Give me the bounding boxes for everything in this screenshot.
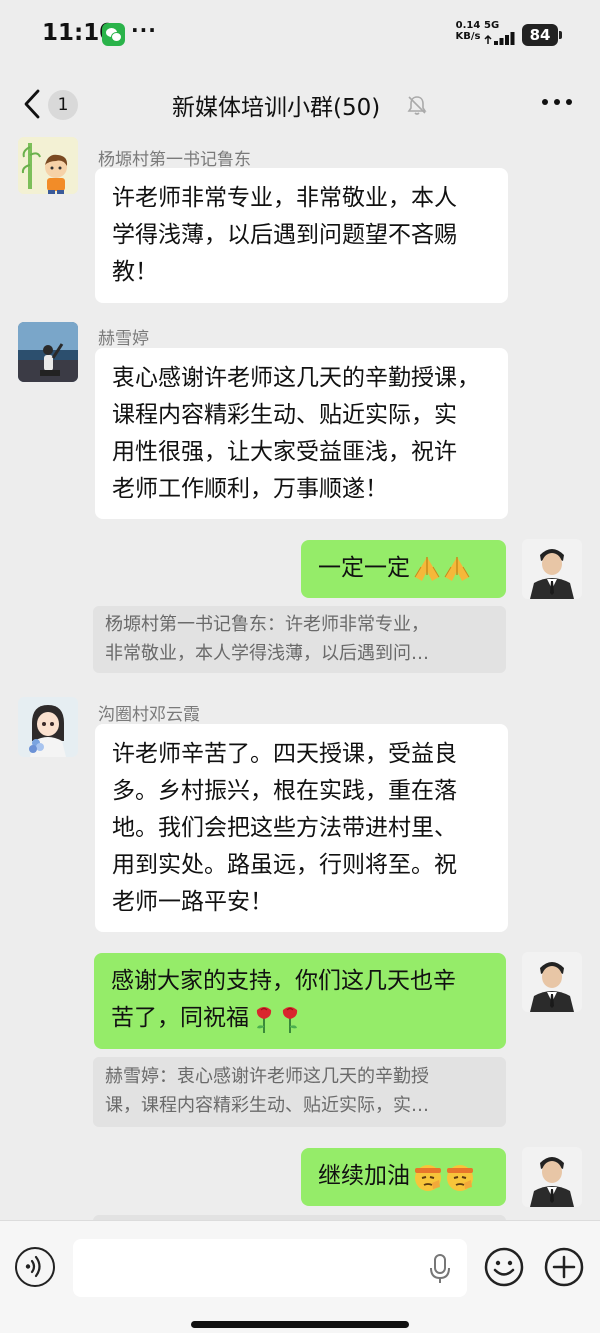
message-bubble[interactable]: 继续加油 [301, 1148, 506, 1206]
rose-icon [256, 1006, 272, 1033]
avatar-cartoon-girl-icon [18, 697, 78, 757]
message-text: 继续加油 [318, 1163, 410, 1189]
avatar[interactable] [18, 137, 78, 194]
message-bubble[interactable]: 许老师辛苦了。四天授课，受益良 多。乡村振兴，根在实践，重在落 地。我们会把这些… [95, 724, 508, 932]
status-bar: 11:10 ··· 0.14 KB/s 5G 84 [0, 0, 600, 70]
message-text: 苦了，同祝福 [111, 1005, 249, 1031]
folded-hands-icon [414, 556, 440, 581]
avatar-suit-man-icon [522, 539, 582, 599]
message-text-line: 用性很强，让大家受益匪浅，祝许 [112, 439, 457, 465]
message-bubble[interactable]: 衷心感谢许老师这几天的辛勤授课， 课程内容精彩生动、贴近实际，实 用性很强，让大… [95, 348, 508, 519]
message-input[interactable] [73, 1239, 467, 1297]
voice-icon [25, 1255, 41, 1278]
emoji-button-icon[interactable] [484, 1247, 524, 1287]
message-text-line: 感谢大家的支持，你们这几天也辛 [111, 968, 456, 994]
message-text-line: 许老师辛苦了。四天授课，受益良 [112, 741, 457, 767]
avatar-suit-man-icon [522, 1147, 582, 1207]
mute-bell-icon [407, 96, 427, 115]
network-speed: 0.14 KB/s [453, 20, 483, 42]
message-text-line: 多。乡村振兴，根在实践，重在落 [112, 778, 457, 804]
avatar-self[interactable] [522, 1147, 582, 1207]
saluting-face-icon [447, 1164, 473, 1191]
wechat-icon [102, 23, 125, 46]
avatar-self[interactable] [522, 539, 582, 599]
more-options-icon[interactable] [540, 92, 574, 112]
emoji-group [412, 1158, 476, 1195]
avatar-self[interactable] [522, 952, 582, 1012]
message-text-line: 老师一路平安！ [112, 889, 273, 915]
battery-icon: 84 [522, 24, 562, 46]
network-speed-value: 0.14 [455, 20, 481, 31]
message-text-line: 学得浅薄，以后遇到问题望不吝赐 [112, 222, 457, 248]
saluting-face-icon [415, 1164, 441, 1191]
rose-icon [282, 1006, 298, 1033]
message-text: 一定一定 [318, 555, 410, 581]
message-text-line: 老师工作顺利，万事顺遂！ [112, 476, 388, 502]
message-text-line: 衷心感谢许老师这几天的辛勤授课， [112, 365, 480, 391]
home-indicator[interactable] [191, 1321, 409, 1328]
quoted-text-line: 赫雪婷：衷心感谢许老师这几天的辛勤授 [105, 1066, 429, 1087]
message-text-line: 苦了，同祝福 [111, 1000, 489, 1037]
signal-icon [484, 32, 515, 45]
input-bar [0, 1220, 600, 1333]
quoted-text-line: 课，课程内容精彩生动、贴近实际，实… [105, 1095, 429, 1116]
network-speed-unit: KB/s [455, 31, 481, 42]
folded-hands-icon [444, 556, 470, 581]
message-bubble[interactable]: 感谢大家的支持，你们这几天也辛 苦了，同祝福 [94, 953, 506, 1049]
chat-header: 1 新媒体培训小群(50) [0, 72, 600, 136]
quoted-text-line: 非常敬业，本人学得浅薄，以后遇到问… [105, 643, 429, 664]
quoted-message[interactable]: 杨塬村第一书记鲁东：许老师非常专业， 非常敬业，本人学得浅薄，以后遇到问… [93, 606, 506, 673]
message-bubble[interactable]: 许老师非常专业，非常敬业，本人 学得浅薄，以后遇到问题望不吝赐 教！ [95, 168, 508, 303]
back-chevron-icon[interactable] [20, 88, 46, 120]
emoji-group [251, 1000, 303, 1037]
avatar[interactable] [18, 322, 78, 382]
message-bubble[interactable]: 一定一定 [301, 540, 506, 598]
status-more-dots: ··· [131, 18, 157, 42]
voice-input-button[interactable] [15, 1247, 55, 1287]
message-text-line: 教！ [112, 259, 158, 285]
sender-name: 赫雪婷 [98, 329, 149, 349]
message-text-line: 用到实处。路虽远，行则将至。祝 [112, 852, 457, 878]
message-list[interactable]: 杨塬村第一书记鲁东 许老师非常专业，非常敬业，本人 学得浅薄，以后遇到问题望不吝… [0, 137, 600, 1220]
quoted-text-line: 杨塬村第一书记鲁东：许老师非常专业， [105, 614, 429, 635]
emoji-group [412, 550, 472, 587]
avatar[interactable] [18, 697, 78, 757]
avatar-cartoon-boy-icon [18, 137, 78, 194]
message-text-line: 课程内容精彩生动、贴近实际，实 [112, 402, 457, 428]
network-type: 5G [484, 20, 500, 31]
unread-count-badge[interactable]: 1 [48, 90, 78, 120]
plus-circle-icon[interactable] [544, 1247, 584, 1287]
avatar-photo-seaside-icon [18, 322, 78, 382]
microphone-icon[interactable] [429, 1254, 451, 1284]
quoted-message[interactable]: 赫雪婷：衷心感谢许老师这几天的辛勤授 课，课程内容精彩生动、贴近实际，实… [93, 1057, 506, 1127]
avatar-suit-man-icon [522, 952, 582, 1012]
sender-name: 沟圈村邓云霞 [98, 705, 200, 725]
message-text-line: 地。我们会把这些方法带进村里、 [112, 815, 457, 841]
message-text-line: 许老师非常专业，非常敬业，本人 [112, 185, 457, 211]
sender-name: 杨塬村第一书记鲁东 [98, 150, 251, 170]
chat-title: 新媒体培训小群(50) [172, 95, 381, 121]
